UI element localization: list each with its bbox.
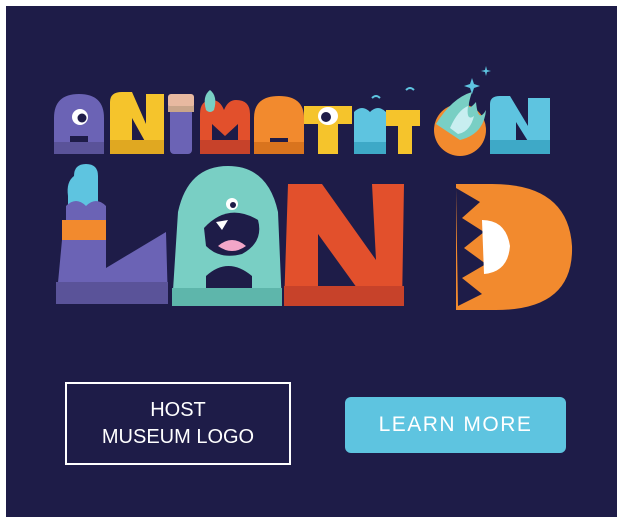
host-logo-line2: MUSEUM LOGO	[101, 425, 255, 448]
logo-letter-i2	[354, 108, 386, 154]
host-logo-line1: HOST	[150, 398, 206, 421]
logo-letter-o1	[386, 92, 486, 156]
logo-letter-m1	[200, 90, 250, 154]
sparkle-icon	[371, 66, 491, 99]
logo-letter-a2	[254, 96, 304, 154]
logo-letter-n1	[110, 92, 164, 154]
logo-letter-t1	[304, 106, 352, 154]
logo-letter-d	[456, 184, 573, 310]
host-museum-logo-placeholder: HOST MUSEUM LOGO	[65, 382, 291, 465]
logo-letter-n3	[284, 184, 404, 306]
logo-letter-i1	[168, 94, 194, 154]
logo-letter-n2	[490, 96, 550, 154]
learn-more-button[interactable]: LEARN MORE	[345, 397, 566, 453]
logo-letter-a3	[172, 166, 282, 306]
ad-banner: HOST MUSEUM LOGO LEARN MORE	[6, 6, 617, 517]
logo-letter-a1	[54, 94, 104, 154]
logo-letter-l	[56, 164, 168, 304]
